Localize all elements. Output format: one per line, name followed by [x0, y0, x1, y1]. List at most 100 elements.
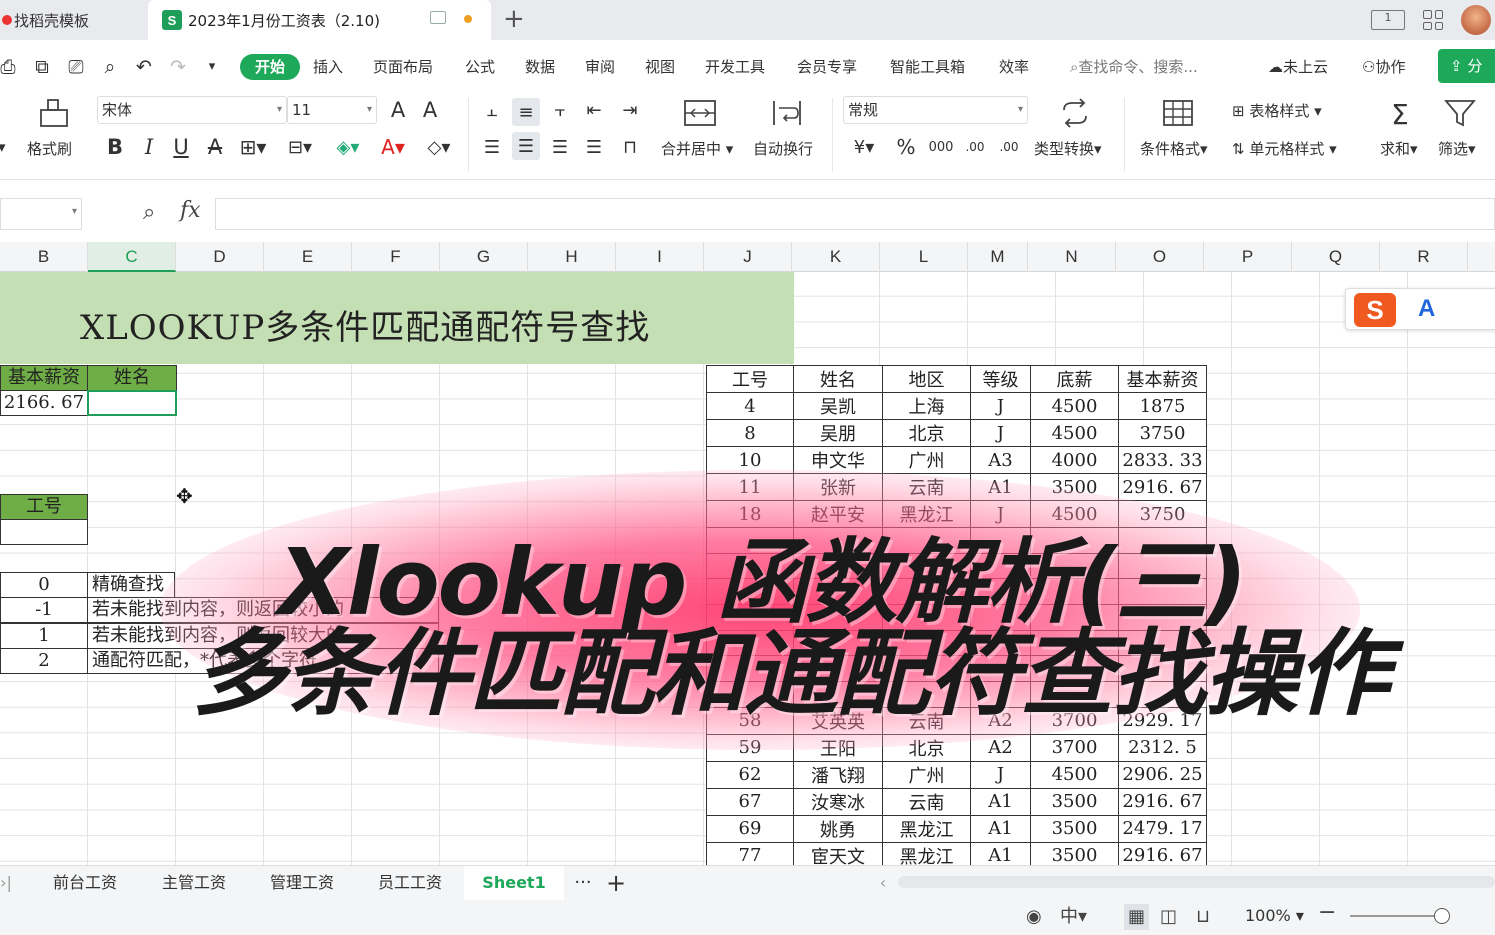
table-cell[interactable]: 汝寒冰	[793, 787, 883, 816]
table-cell[interactable]: 4500	[1030, 760, 1119, 789]
table-cell[interactable]: 4	[706, 392, 794, 420]
sheet-tab-active[interactable]: Sheet1	[464, 866, 564, 900]
font-color-button[interactable]: A ▾	[376, 134, 410, 160]
filter-label[interactable]: 筛选▾	[1438, 138, 1476, 159]
share-button[interactable]: ⇪ 分	[1438, 49, 1495, 83]
table-cell[interactable]: 62	[706, 760, 794, 789]
column-header-k[interactable]: K	[792, 242, 880, 272]
menu-member[interactable]: 会员专享	[797, 54, 857, 80]
font-name-select[interactable]: 宋体	[97, 96, 287, 124]
sheet-tab[interactable]: 主管工资	[140, 866, 248, 900]
distribute-icon[interactable]: ⊓	[616, 134, 644, 160]
column-header-o[interactable]: O	[1116, 242, 1204, 272]
table-cell[interactable]: 吴朋	[793, 419, 883, 447]
number-format-select[interactable]: 常规	[843, 96, 1028, 124]
sheet-tab[interactable]: 前台工资	[30, 866, 140, 900]
table-cell[interactable]: 2916. 67	[1118, 787, 1207, 816]
table-header-cell[interactable]: 基本薪资	[1118, 365, 1207, 393]
table-header-cell[interactable]: 姓名	[793, 365, 883, 393]
align-right-icon[interactable]: ☰	[548, 134, 572, 160]
align-bottom-icon[interactable]: ⫟	[548, 98, 572, 122]
fill-style-icon[interactable]: ⊟▾	[282, 134, 318, 160]
table-cell[interactable]: 2479. 17	[1118, 814, 1207, 843]
conditional-format-icon[interactable]	[1161, 98, 1195, 128]
add-sheet-icon[interactable]: +	[602, 866, 630, 900]
menu-page-layout[interactable]: 页面布局	[373, 54, 433, 80]
employee-id-input-cell[interactable]	[0, 519, 88, 545]
page-layout-view-icon[interactable]: ⊔	[1196, 904, 1210, 930]
column-header-p[interactable]: P	[1204, 242, 1292, 272]
table-cell[interactable]: 2833. 33	[1118, 446, 1207, 474]
function-icon[interactable]: fx	[180, 198, 201, 223]
chevron-down-icon[interactable]: ▾	[202, 57, 222, 77]
table-cell[interactable]: 吴凯	[793, 392, 883, 420]
increase-decimal-icon[interactable]: .00	[962, 134, 988, 160]
align-middle-icon[interactable]: ≡	[512, 98, 540, 126]
table-cell[interactable]: 2916. 67	[1118, 473, 1207, 501]
menu-developer[interactable]: 开发工具	[705, 54, 765, 80]
justify-icon[interactable]: ☰	[582, 134, 606, 160]
indent-decrease-icon[interactable]: ⇤	[580, 98, 608, 122]
view-mode-icon[interactable]: 1	[1371, 10, 1405, 30]
table-cell[interactable]: 宦天文	[793, 841, 883, 865]
menu-insert[interactable]: 插入	[313, 54, 343, 80]
table-cell[interactable]: 67	[706, 787, 794, 816]
column-header-g[interactable]: G	[440, 242, 528, 272]
print-preview-icon[interactable]: ⌕	[100, 57, 120, 77]
wrap-text-label[interactable]: 自动换行	[753, 138, 813, 159]
mode-desc[interactable]: 精确查找	[87, 572, 175, 598]
command-search[interactable]: ⌕查找命令、搜索...	[1070, 54, 1198, 80]
sum-icon[interactable]: Σ	[1384, 98, 1416, 131]
table-cell[interactable]: 2906. 25	[1118, 760, 1207, 789]
column-header-d[interactable]: D	[176, 242, 264, 272]
mode-code[interactable]: 2	[0, 648, 88, 674]
table-header-cell[interactable]: 底薪	[1030, 365, 1119, 393]
tab-docer-templates[interactable]: 找稻壳模板	[0, 0, 145, 40]
strikethrough-button[interactable]: A	[204, 134, 226, 160]
thousands-separator-icon[interactable]: 000	[926, 134, 956, 160]
table-cell[interactable]: 3750	[1118, 419, 1207, 447]
horizontal-scrollbar[interactable]	[898, 876, 1495, 888]
save-icon[interactable]: ⎙	[0, 57, 18, 77]
table-cell[interactable]: A1	[970, 841, 1031, 865]
header-name[interactable]: 姓名	[87, 365, 177, 391]
sheet-nav-icon[interactable]: ›|	[0, 866, 12, 900]
cloud-status[interactable]: ☁未上云	[1268, 54, 1328, 80]
table-cell[interactable]: J	[970, 392, 1031, 420]
apps-grid-icon[interactable]	[1423, 10, 1443, 30]
table-cell[interactable]: 潘飞翔	[793, 760, 883, 789]
sheet-tab[interactable]: 管理工资	[248, 866, 356, 900]
decrease-decimal-icon[interactable]: .00	[996, 134, 1022, 160]
table-cell[interactable]: 4000	[1030, 446, 1119, 474]
table-cell[interactable]: 8	[706, 419, 794, 447]
wrap-text-icon[interactable]	[770, 98, 804, 128]
zoom-slider-knob[interactable]	[1434, 908, 1450, 924]
shrink-font-icon[interactable]: A	[418, 98, 442, 122]
table-cell[interactable]: 3700	[1030, 733, 1119, 762]
scroll-left-icon[interactable]: ‹	[876, 866, 890, 900]
table-cell[interactable]: 2916. 67	[1118, 841, 1207, 865]
table-cell[interactable]: J	[970, 419, 1031, 447]
currency-icon[interactable]: ¥ ▾	[846, 134, 882, 160]
menu-formulas[interactable]: 公式	[465, 54, 495, 80]
name-box[interactable]	[0, 198, 82, 230]
column-header-j[interactable]: J	[704, 242, 792, 272]
column-header-n[interactable]: N	[1028, 242, 1116, 272]
table-cell[interactable]: 黑龙江	[882, 814, 971, 843]
menu-smart-toolbox[interactable]: 智能工具箱	[890, 54, 965, 80]
bold-button[interactable]: B	[104, 134, 126, 160]
column-header-r[interactable]: R	[1380, 242, 1468, 272]
convert-type-label[interactable]: 类型转换▾	[1034, 138, 1102, 159]
border-icon[interactable]: ⊞▾	[238, 134, 268, 160]
table-cell[interactable]: A1	[970, 787, 1031, 816]
indent-increase-icon[interactable]: ⇥	[616, 98, 644, 122]
table-cell[interactable]: 黑龙江	[882, 841, 971, 865]
zoom-search-icon[interactable]: ⌕	[143, 200, 155, 225]
grow-font-icon[interactable]: A	[386, 98, 410, 122]
table-header-cell[interactable]: 工号	[706, 365, 794, 393]
mode-code[interactable]: -1	[0, 597, 88, 623]
reading-view-icon[interactable]: ◫	[1160, 904, 1177, 930]
ime-mode-icon[interactable]: A	[1418, 295, 1435, 323]
conditional-format-label[interactable]: 条件格式▾	[1140, 138, 1208, 159]
table-cell[interactable]: 4500	[1030, 419, 1119, 447]
